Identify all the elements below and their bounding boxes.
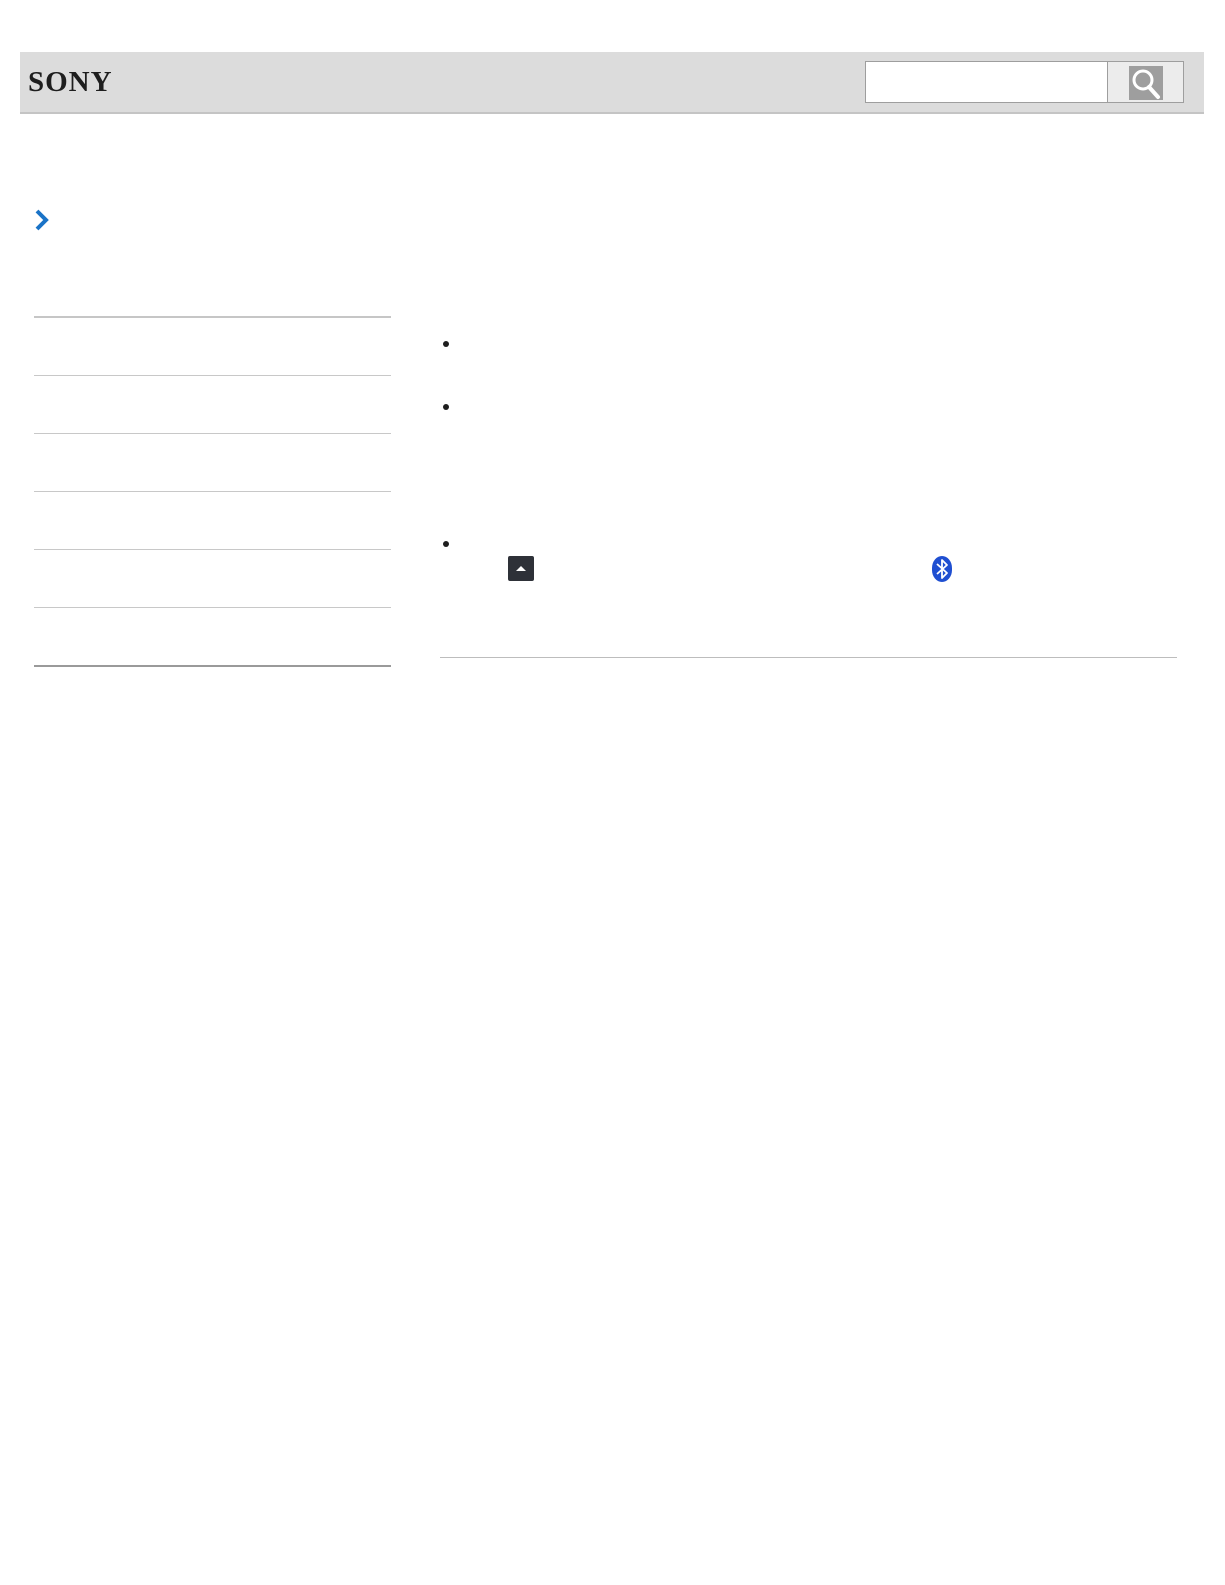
sidebar-nav: [34, 316, 391, 667]
magnifier-icon: [1129, 66, 1163, 100]
site-header: SONY: [20, 52, 1204, 114]
sidebar-item-1[interactable]: [34, 316, 391, 375]
sidebar-item-4[interactable]: [34, 491, 391, 549]
search-input[interactable]: [865, 61, 1108, 103]
list-bullet-3: [443, 541, 449, 547]
chevron-right-icon[interactable]: [34, 209, 50, 231]
sidebar-item-3[interactable]: [34, 433, 391, 491]
list-bullet-2: [443, 404, 449, 410]
content-divider: [440, 657, 1177, 658]
list-bullet-1: [443, 341, 449, 347]
sidebar-item-5[interactable]: [34, 549, 391, 607]
bluetooth-icon: [932, 556, 952, 582]
search-button[interactable]: [1107, 61, 1184, 103]
sidebar-item-2[interactable]: [34, 375, 391, 433]
sony-logo[interactable]: SONY: [28, 66, 113, 99]
up-arrow-icon: [508, 556, 534, 581]
sidebar-item-6[interactable]: [34, 607, 391, 667]
